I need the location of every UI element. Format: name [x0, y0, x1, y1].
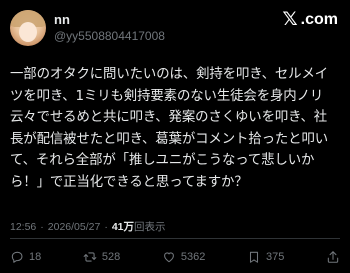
author-handle[interactable]: @yy5508804417008 [54, 29, 165, 43]
bookmark-count: 375 [265, 251, 285, 263]
like-icon [163, 252, 174, 263]
post-time[interactable]: 12:56 [10, 221, 36, 233]
repost-button[interactable]: 528 [83, 250, 120, 264]
reply-icon [11, 251, 23, 263]
reply-count: 18 [29, 251, 42, 263]
meta-separator: · [40, 221, 44, 233]
bookmark-button[interactable]: 375 [247, 250, 284, 264]
bookmark-icon [249, 251, 258, 263]
views-count: 41万 [111, 221, 135, 233]
post-meta: 12:56 · 2026/05/27 · 41万回表示 [10, 219, 166, 234]
meta-separator-2: · [104, 221, 108, 233]
avatar[interactable] [10, 10, 46, 46]
author-display-name[interactable]: nn [54, 12, 70, 27]
reply-button[interactable]: 18 [10, 250, 41, 264]
repost-count: 528 [101, 251, 121, 263]
views[interactable]: 41万回表示 [112, 219, 166, 234]
avatar-face [19, 22, 37, 42]
share-button[interactable] [326, 250, 340, 264]
share-icon [327, 251, 339, 263]
divider [10, 238, 340, 239]
post-date[interactable]: 2026/05/27 [48, 221, 101, 233]
repost-icon [83, 252, 97, 262]
views-label: 回表示 [134, 221, 166, 233]
brand-text: .com [300, 10, 338, 28]
x-logo-icon: 𝕏 [282, 8, 298, 30]
like-button[interactable]: 5362 [162, 250, 205, 264]
post-text: 一部のオタクに問いたいのは、剣持を叩き、セルメイツを叩き、1ミリも剣持要素のない… [10, 67, 329, 190]
action-bar: 18 528 5362 375 [10, 250, 340, 264]
like-count: 5362 [180, 251, 206, 263]
x-logo: 𝕏 .com [282, 10, 338, 29]
